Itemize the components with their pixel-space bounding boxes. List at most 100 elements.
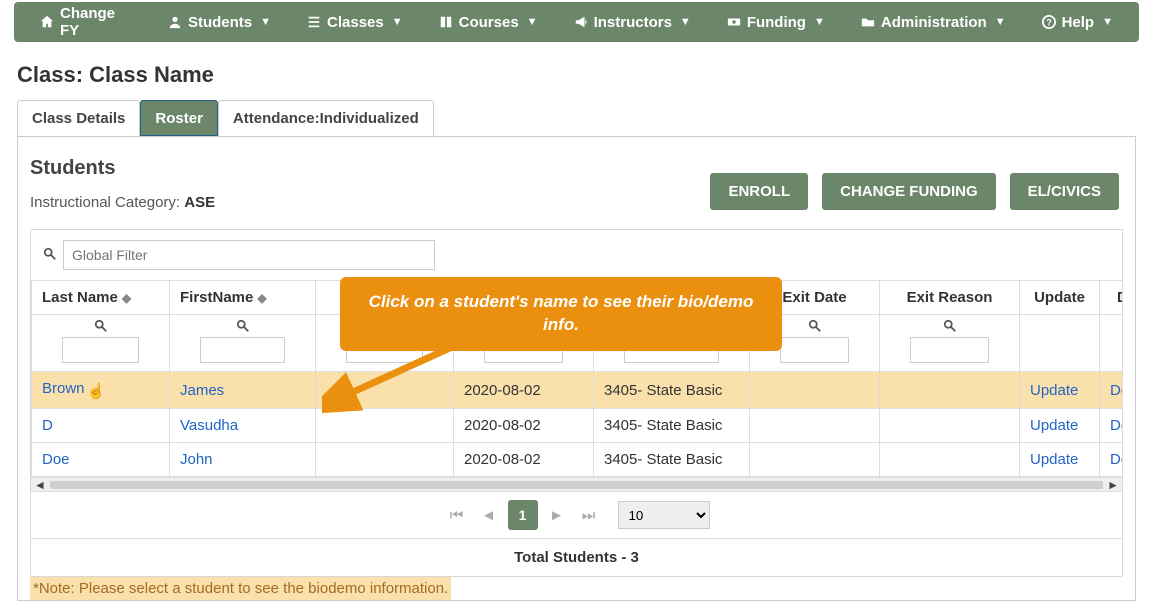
- scrollbar-track[interactable]: [50, 481, 1103, 489]
- table-row: Doe John 2020-08-023405- State Basic Update…: [32, 443, 1123, 477]
- total-students: Total Students - 3: [31, 538, 1122, 576]
- col-last-name[interactable]: Last Name◆: [32, 281, 170, 315]
- nav-label: Students: [188, 14, 252, 31]
- nav-label: Help: [1062, 14, 1095, 31]
- search-icon: [43, 247, 57, 264]
- tab-roster[interactable]: Roster: [140, 100, 218, 136]
- roster-panel: Students Instructional Category: ASE ENR…: [17, 137, 1136, 601]
- search-icon: [943, 320, 957, 337]
- bullhorn-icon: [574, 15, 588, 29]
- page-size-select[interactable]: 10: [618, 501, 710, 529]
- sort-icon: ◆: [257, 291, 266, 305]
- cell-exit-reason: [880, 443, 1020, 477]
- page-title: Class: Class Name: [17, 62, 1153, 88]
- scroll-left-icon[interactable]: ◄: [34, 478, 46, 492]
- chevron-down-icon: ▼: [260, 16, 271, 28]
- scroll-right-icon[interactable]: ►: [1107, 478, 1119, 492]
- user-icon: [168, 15, 182, 29]
- nav-classes[interactable]: Classes ▼: [289, 2, 421, 42]
- update-link[interactable]: Update: [1030, 417, 1078, 434]
- horizontal-scrollbar[interactable]: ◄ ►: [31, 477, 1122, 491]
- delete-link[interactable]: Delete: [1110, 451, 1122, 468]
- home-icon: [40, 15, 54, 29]
- nav-label: Courses: [459, 14, 519, 31]
- annotation-tooltip: Click on a student's name to see their b…: [340, 277, 782, 351]
- tab-class-details[interactable]: Class Details: [17, 100, 140, 136]
- cell-mi: [316, 443, 454, 477]
- list-icon: [307, 15, 321, 29]
- cell-enroll-date: 2020-08-02: [454, 409, 594, 443]
- pager-prev-icon[interactable]: ◄: [476, 500, 502, 530]
- cell-exit-date: [750, 409, 880, 443]
- delete-link[interactable]: Delete: [1110, 417, 1122, 434]
- enroll-button[interactable]: ENROLL: [710, 173, 808, 210]
- table-row: Brown☝James2020-08-023405- State BasicUp…: [32, 372, 1123, 409]
- cell-exit-date: [750, 372, 880, 409]
- filter-exit-date[interactable]: [780, 337, 849, 363]
- col-delete: Delete: [1100, 281, 1123, 315]
- search-icon: [236, 320, 250, 337]
- global-filter-input[interactable]: [63, 240, 435, 270]
- chevron-down-icon: ▼: [1102, 16, 1113, 28]
- cell-exit-date: [750, 443, 880, 477]
- question-icon: ?: [1042, 15, 1056, 29]
- nav-change-fy[interactable]: Change FY: [22, 2, 150, 42]
- money-icon: [727, 15, 741, 29]
- cell-exit-reason: [880, 372, 1020, 409]
- search-icon: [94, 320, 108, 337]
- col-exit-reason[interactable]: Exit Reason: [880, 281, 1020, 315]
- nav-help[interactable]: ? Help ▼: [1024, 2, 1131, 42]
- el-civics-button[interactable]: EL/CIVICS: [1010, 173, 1119, 210]
- student-first-name-link[interactable]: Vasudha: [180, 417, 238, 434]
- global-filter-bar: [31, 230, 1122, 280]
- student-last-name-link[interactable]: Doe: [42, 451, 70, 468]
- cursor-pointer-icon: ☝: [87, 382, 106, 400]
- annotation-arrow-icon: [322, 347, 462, 427]
- pager-last-icon[interactable]: ⏭: [576, 500, 602, 530]
- nav-label: Funding: [747, 14, 806, 31]
- cell-funding: 3405- State Basic: [594, 409, 750, 443]
- tooltip-text: Click on a student's name to see their b…: [340, 277, 782, 351]
- filter-exit-reason[interactable]: [910, 337, 989, 363]
- cell-funding: 3405- State Basic: [594, 443, 750, 477]
- class-tabs: Class Details Roster Attendance:Individu…: [17, 100, 1136, 137]
- folder-icon: [861, 15, 875, 29]
- student-last-name-link[interactable]: D: [42, 417, 53, 434]
- student-first-name-link[interactable]: John: [180, 451, 213, 468]
- filter-last-name[interactable]: [62, 337, 139, 363]
- nav-instructors[interactable]: Instructors ▼: [556, 2, 709, 42]
- biodemo-note: *Note: Please select a student to see th…: [30, 577, 451, 600]
- student-first-name-link[interactable]: James: [180, 382, 224, 399]
- sort-icon: ◆: [122, 291, 131, 305]
- chevron-down-icon: ▼: [527, 16, 538, 28]
- delete-link[interactable]: Delete: [1110, 382, 1122, 399]
- table-row: D Vasudha 2020-08-023405- State Basic Updat…: [32, 409, 1123, 443]
- col-first-name[interactable]: FirstName◆: [170, 281, 316, 315]
- change-funding-button[interactable]: CHANGE FUNDING: [822, 173, 996, 210]
- update-link[interactable]: Update: [1030, 451, 1078, 468]
- update-link[interactable]: Update: [1030, 382, 1078, 399]
- nav-administration[interactable]: Administration ▼: [843, 2, 1024, 42]
- nav-label: Instructors: [594, 14, 672, 31]
- search-icon: [808, 320, 822, 337]
- book-icon: [439, 15, 453, 29]
- nav-funding[interactable]: Funding ▼: [709, 2, 843, 42]
- nav-students[interactable]: Students ▼: [150, 2, 289, 42]
- student-last-name-link[interactable]: Brown: [42, 380, 85, 397]
- pager-first-icon[interactable]: ⏮: [444, 500, 470, 530]
- top-navbar: Change FY Students ▼ Classes ▼ Courses ▼…: [14, 2, 1139, 42]
- chevron-down-icon: ▼: [680, 16, 691, 28]
- tab-attendance[interactable]: Attendance:Individualized: [218, 100, 434, 136]
- cell-enroll-date: 2020-08-02: [454, 443, 594, 477]
- pager: ⏮ ◄ 1 ► ⏭ 10: [31, 491, 1122, 538]
- nav-label: Administration: [881, 14, 987, 31]
- chevron-down-icon: ▼: [392, 16, 403, 28]
- cell-exit-reason: [880, 409, 1020, 443]
- col-update: Update: [1020, 281, 1100, 315]
- pager-next-icon[interactable]: ►: [544, 500, 570, 530]
- pager-current-page: 1: [508, 500, 538, 530]
- svg-text:?: ?: [1046, 18, 1051, 28]
- filter-first-name[interactable]: [200, 337, 285, 363]
- cell-enroll-date: 2020-08-02: [454, 372, 594, 409]
- nav-courses[interactable]: Courses ▼: [421, 2, 556, 42]
